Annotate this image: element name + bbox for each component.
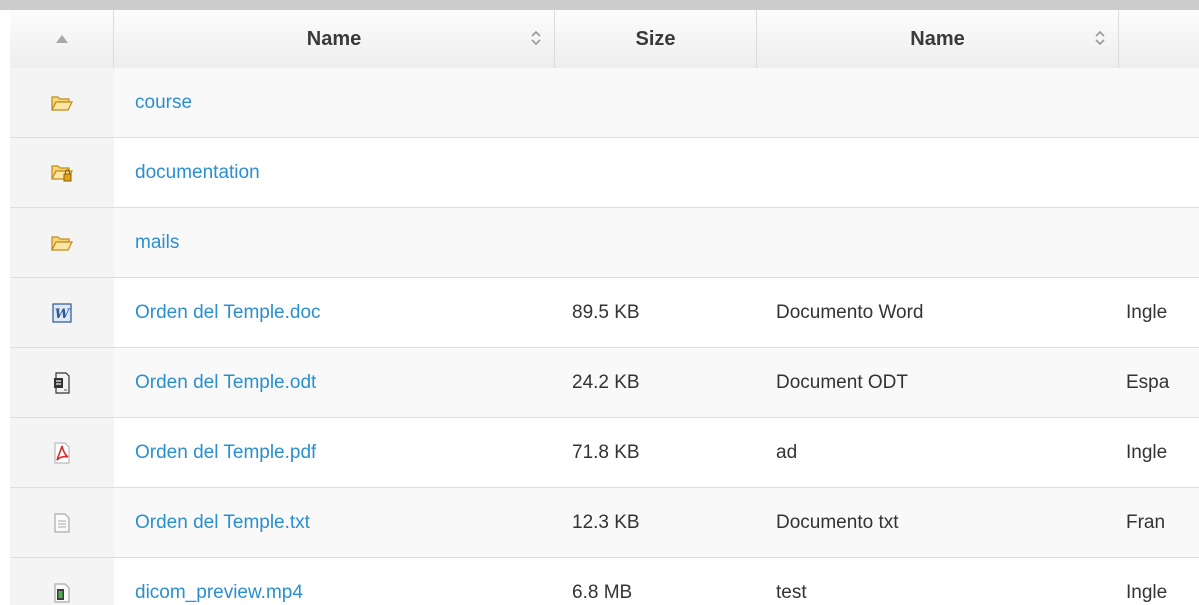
file-name-link[interactable]: dicom_preview.mp4	[135, 558, 303, 605]
pdf-icon	[54, 441, 70, 464]
file-name-link[interactable]: Orden del Temple.doc	[135, 278, 321, 347]
folder-open-icon	[51, 235, 73, 251]
file-language	[1126, 138, 1199, 207]
table-row[interactable]: Orden del Temple.odt 24.2 KB Document OD…	[10, 348, 1199, 418]
table-row[interactable]: documentation	[10, 138, 1199, 208]
row-icon-cell	[10, 558, 114, 605]
header-size-label: Size	[635, 27, 676, 50]
file-name-link[interactable]: mails	[135, 208, 179, 277]
top-bar	[0, 0, 1199, 10]
file-language: Ingle	[1126, 301, 1168, 323]
file-size: 12.3 KB	[572, 511, 640, 533]
file-size: 89.5 KB	[572, 301, 640, 323]
file-size: 71.8 KB	[572, 441, 640, 463]
file-description: Documento Word	[776, 301, 924, 323]
header-description-label: Name	[910, 27, 965, 50]
word-doc-icon: W	[52, 302, 72, 323]
file-language: Ingle	[1126, 441, 1168, 463]
header-icon-column[interactable]	[10, 10, 114, 68]
header-name-label: Name	[306, 27, 362, 50]
file-language	[1126, 208, 1199, 277]
file-table: Name Size Name course documentation mail…	[10, 10, 1199, 605]
header-size[interactable]: Size	[555, 10, 757, 68]
header-description[interactable]: Name	[757, 10, 1119, 68]
row-icon-cell	[10, 138, 114, 207]
header-language[interactable]	[1119, 10, 1199, 68]
file-description: Documento txt	[776, 511, 899, 533]
file-language: Espa	[1126, 371, 1170, 393]
row-icon-cell	[10, 488, 114, 557]
file-name-link[interactable]: Orden del Temple.txt	[135, 488, 310, 557]
table-row[interactable]: course	[10, 68, 1199, 138]
table-row[interactable]: dicom_preview.mp4 6.8 MB test Ingle	[10, 558, 1199, 605]
folder-locked-icon	[51, 164, 73, 181]
file-description: test	[776, 581, 807, 603]
sort-icon	[1095, 30, 1105, 46]
file-language	[1126, 68, 1199, 137]
header-name[interactable]: Name	[114, 10, 555, 68]
file-language: Ingle	[1126, 581, 1168, 603]
svg-text:W: W	[55, 307, 71, 322]
text-file-icon	[54, 512, 70, 533]
file-name-link[interactable]: Orden del Temple.pdf	[135, 418, 316, 487]
table-row[interactable]: Orden del Temple.txt 12.3 KB Documento t…	[10, 488, 1199, 558]
row-icon-cell	[10, 208, 114, 277]
table-row[interactable]: W Orden del Temple.doc 89.5 KB Documento…	[10, 278, 1199, 348]
file-size: 6.8 MB	[572, 581, 633, 603]
row-icon-cell	[10, 68, 114, 137]
table-header: Name Size Name	[10, 10, 1199, 69]
file-size: 24.2 KB	[572, 371, 640, 393]
triangle-up-icon	[55, 35, 68, 43]
row-icon-cell	[10, 418, 114, 487]
folder-open-icon	[51, 95, 73, 111]
table-row[interactable]: Orden del Temple.pdf 71.8 KB ad Ingle	[10, 418, 1199, 488]
file-name-link[interactable]: documentation	[135, 138, 260, 207]
row-icon-cell: W	[10, 278, 114, 347]
file-language: Fran	[1126, 511, 1166, 533]
table-row[interactable]: mails	[10, 208, 1199, 278]
row-icon-cell	[10, 348, 114, 417]
file-name-link[interactable]: course	[135, 68, 192, 137]
file-description: Document ODT	[776, 371, 908, 393]
odt-doc-icon	[54, 371, 70, 394]
file-description: ad	[776, 441, 798, 463]
file-name-link[interactable]: Orden del Temple.odt	[135, 348, 316, 417]
video-file-icon	[54, 582, 70, 603]
sort-icon	[531, 30, 541, 46]
